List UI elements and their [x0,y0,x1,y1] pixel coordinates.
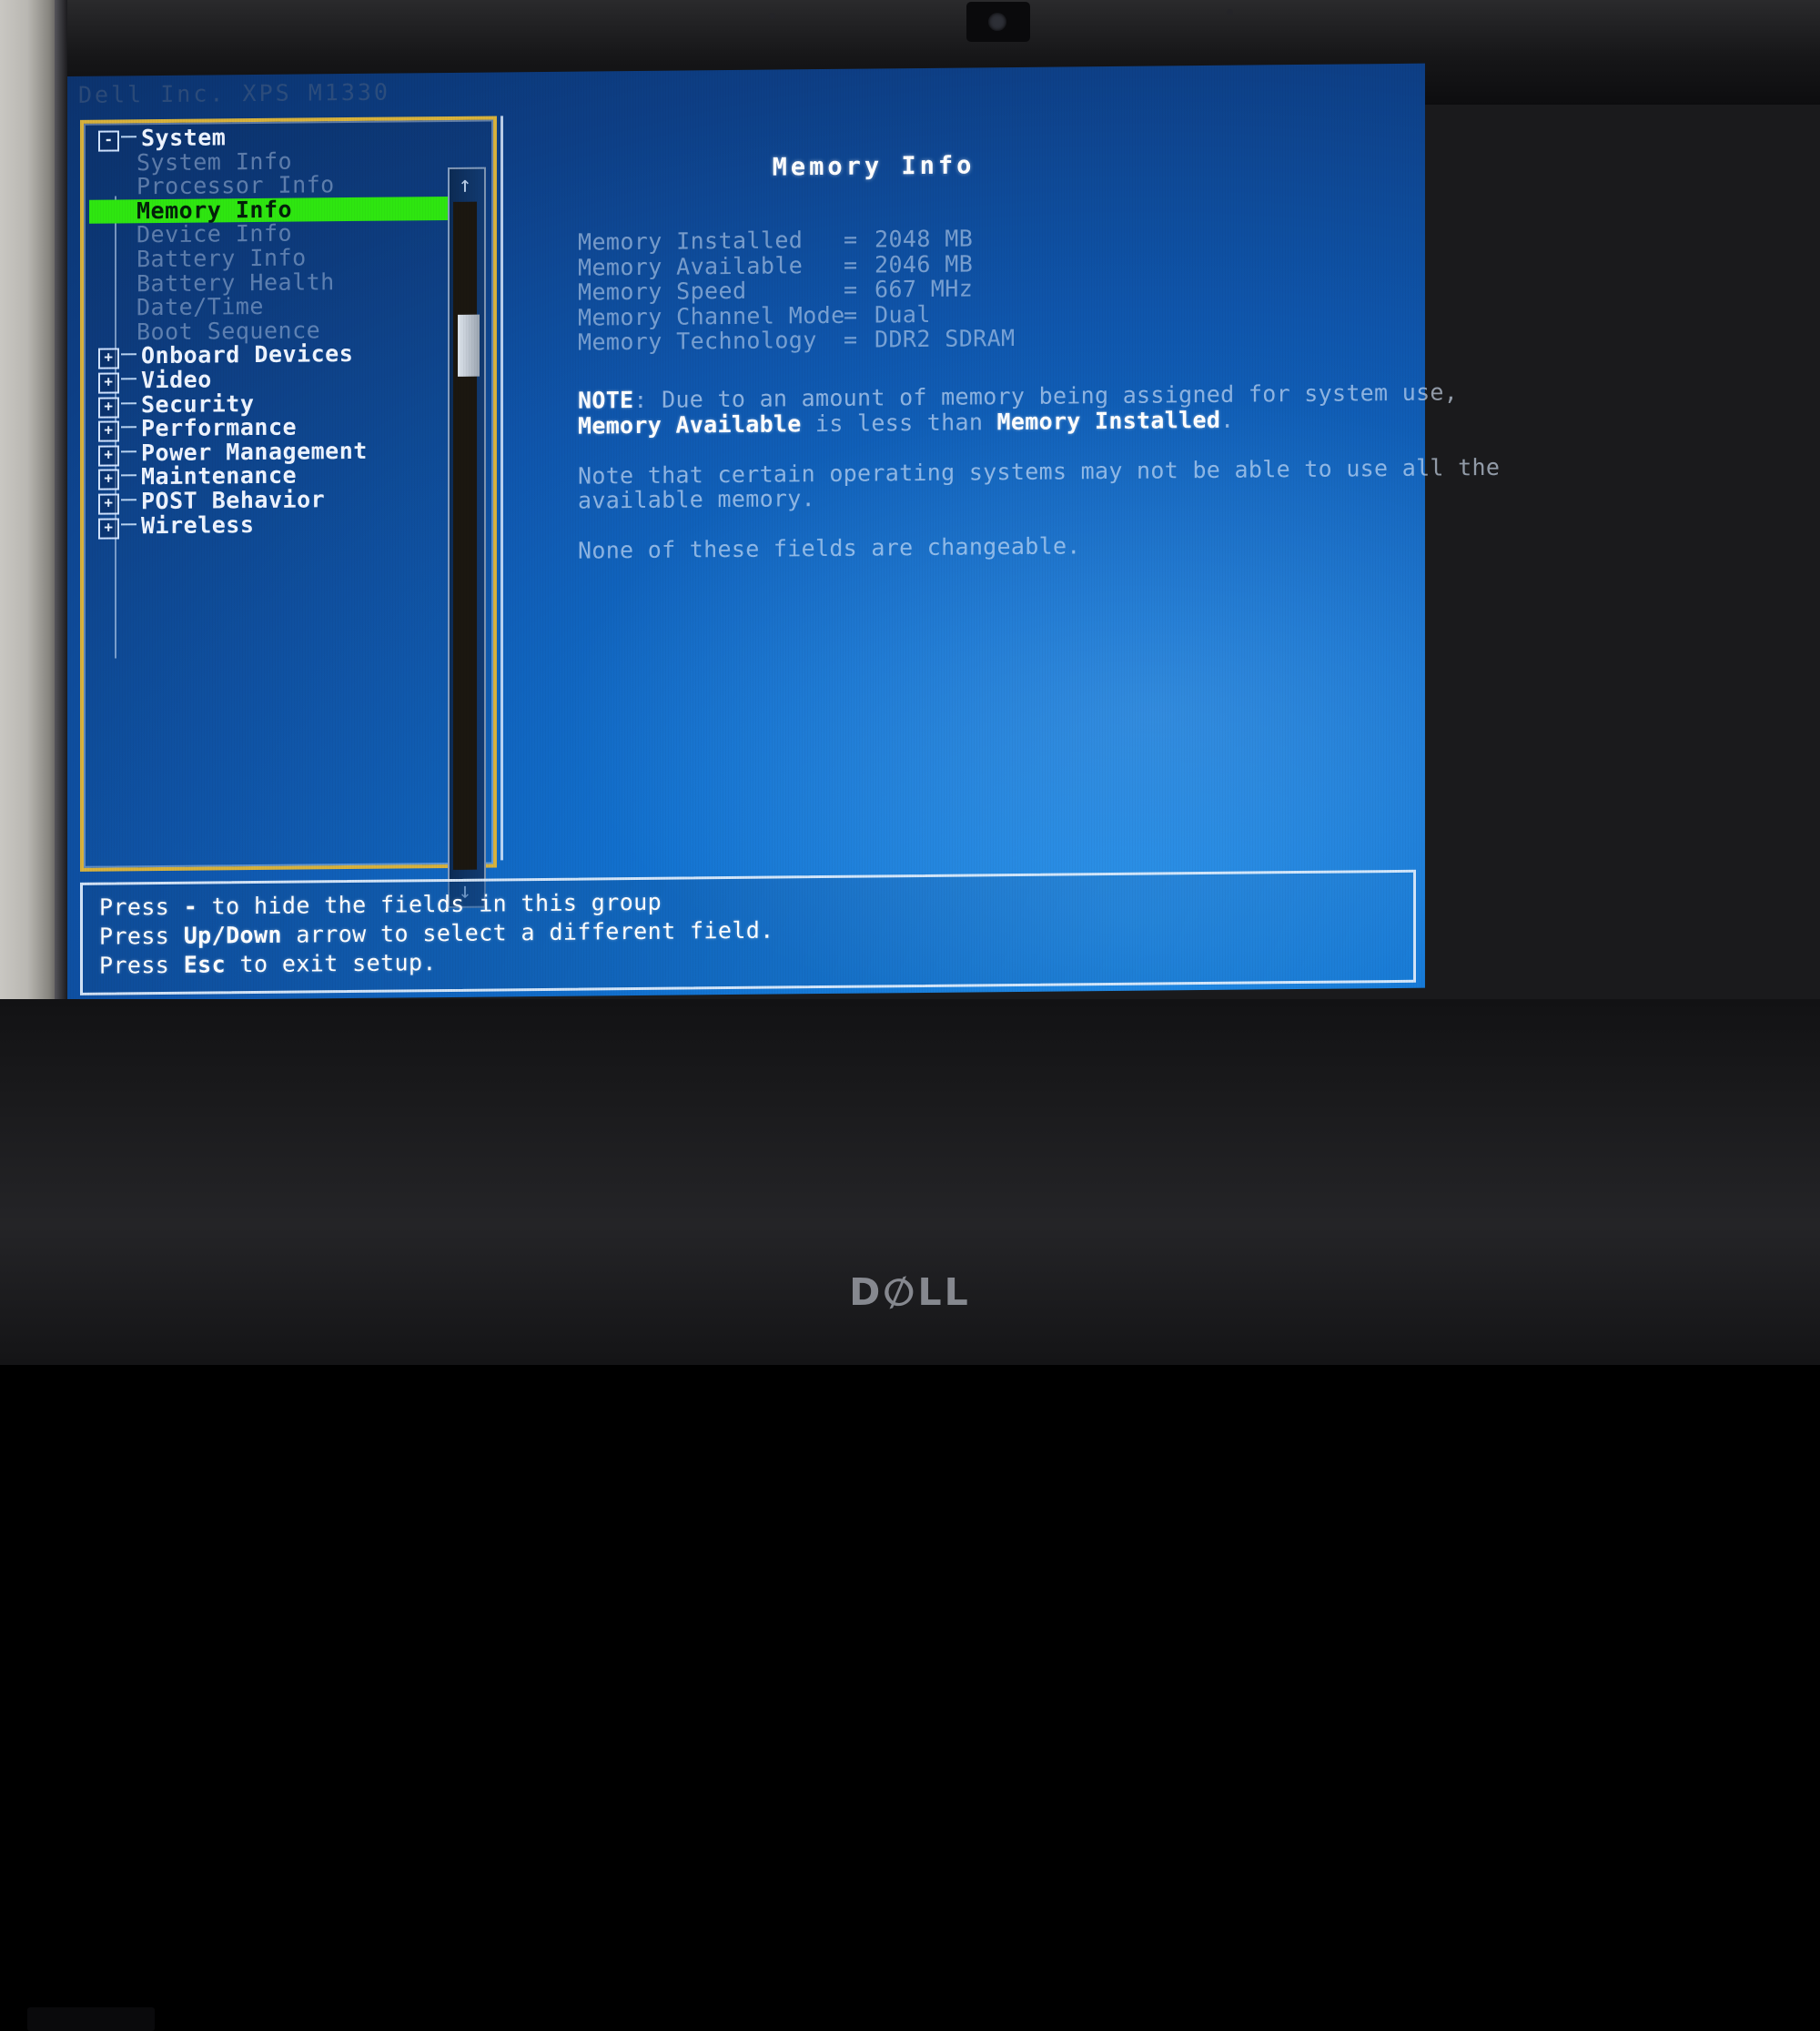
tree-item-label: POST Behavior [141,486,326,515]
memory-field-value: 2046 MB [875,249,974,278]
expand-toggle-icon[interactable]: + [98,445,119,467]
tree-item-label: Processor Info [136,171,335,200]
tree-item-label: Battery Health [136,268,335,297]
memory-info-notes: NOTE: Due to an amount of memory being a… [578,379,1542,563]
arrow-up-icon[interactable]: ↑ [451,171,479,198]
tree-branch-icon [121,450,136,453]
expand-toggle-icon[interactable]: + [98,372,119,394]
tree-branch-icon [121,426,136,429]
memory-field-equals: = [844,226,858,253]
help-suffix: arrow to select a different field. [281,916,774,948]
navigation-tree-list: - System System Info Processor Info Memory I… [89,124,482,861]
note-bold-memory-installed: Memory Installed [996,406,1221,435]
tree-item-onboard-devices[interactable]: + Onboard Devices [89,340,482,370]
memory-field-equals: = [844,276,858,303]
dell-brand-logo: D∅LL [849,1266,971,1319]
tree-branch-icon [121,401,136,404]
help-suffix: to exit setup. [226,949,437,978]
help-prefix: Press [99,922,184,950]
help-prefix: Press [99,893,184,921]
expand-toggle-icon[interactable]: + [98,420,119,442]
tree-scrollbar[interactable]: ↑ ↓ [448,167,486,908]
note-text-1b: is less than [801,408,997,437]
help-key: - [183,893,198,920]
expand-toggle-icon[interactable]: + [98,469,119,490]
microphone-left-icon [769,13,775,19]
tree-branch-icon [121,136,136,138]
bios-setup-screen: Dell Inc. XPS M1330 - System System Info Pr… [67,63,1500,1002]
webcam-lens-icon [988,13,1006,31]
note-label: NOTE [578,387,634,414]
tree-branch-icon [121,522,136,525]
note-bold-memory-available: Memory Available [578,409,802,440]
scrollbar-thumb[interactable] [458,314,480,377]
help-suffix: to hide the fields in this group [197,888,662,920]
tree-item-label: Power Management [141,437,368,466]
memory-field-label: Memory Technology [578,327,817,356]
memory-field-equals: = [844,326,858,353]
memory-field-label: Memory Channel Mode [578,301,845,331]
note-paragraph-2: Note that certain operating systems may … [578,453,1501,514]
tree-item-label: System [141,124,227,152]
microphone-right-icon [1227,9,1233,15]
note-paragraph-1: NOTE: Due to an amount of memory being a… [578,379,1542,440]
help-footer: Press - to hide the fields in this group… [80,869,1416,995]
collapse-toggle-icon[interactable]: - [98,130,119,152]
note-text-1c: . [1220,406,1235,433]
memory-field-row: Memory Technology = DDR2 SDRAM [578,325,1016,356]
tree-item-video[interactable]: + Video [89,366,482,394]
tree-item-label: Onboard Devices [141,340,354,369]
tree-branch-icon [121,353,136,356]
memory-field-label: Memory Available [578,251,804,281]
memory-field-value: DDR2 SDRAM [875,325,1016,353]
help-key: Esc [183,951,227,978]
tree-item-wireless[interactable]: + Wireless [89,510,482,540]
tree-item-label: Wireless [141,510,255,539]
navigation-tree-pane[interactable]: - System System Info Processor Info Memory I… [80,116,497,908]
tree-branch-icon [121,474,136,477]
help-prefix: Press [99,951,184,979]
content-pane: Memory Info Memory Installed = 2048 MB Memo… [500,106,1500,861]
laptop-hinge [27,2007,155,2031]
memory-field-equals: = [844,301,858,328]
help-key: Up/Down [183,921,282,949]
memory-field-value: Dual [875,300,931,328]
memory-field-value: 667 MHz [875,275,974,303]
memory-field-label: Memory Speed [578,277,747,306]
expand-toggle-icon[interactable]: + [98,396,119,419]
expand-toggle-icon[interactable]: + [98,493,119,515]
note-paragraph-3: None of these fields are changeable. [578,532,1081,564]
expand-toggle-icon[interactable]: + [98,348,119,370]
page-title: Memory Info [772,151,976,182]
laptop-photo: Dell Inc. XPS M1330 - System System Info Pr… [0,0,1820,2031]
memory-info-field-list: Memory Installed = 2048 MB Memory Available… [578,225,1016,356]
tree-item-battery-health[interactable]: Battery Health [89,268,482,297]
memory-field-label: Memory Installed [578,227,804,256]
expand-toggle-icon[interactable]: + [98,517,119,540]
tree-branch-icon [121,499,136,501]
memory-field-equals: = [844,251,858,278]
scrollbar-track[interactable] [453,201,480,870]
tree-item-label: Video [141,366,212,394]
memory-field-row: Memory Speed = 667 MHz [578,275,1016,306]
bios-header-title: Dell Inc. XPS M1330 [78,78,390,108]
memory-field-value: 2048 MB [875,225,974,253]
tree-item-post-behavior[interactable]: + POST Behavior [89,486,482,515]
tree-branch-icon [121,378,136,380]
tree-item-label: Security [141,389,255,418]
